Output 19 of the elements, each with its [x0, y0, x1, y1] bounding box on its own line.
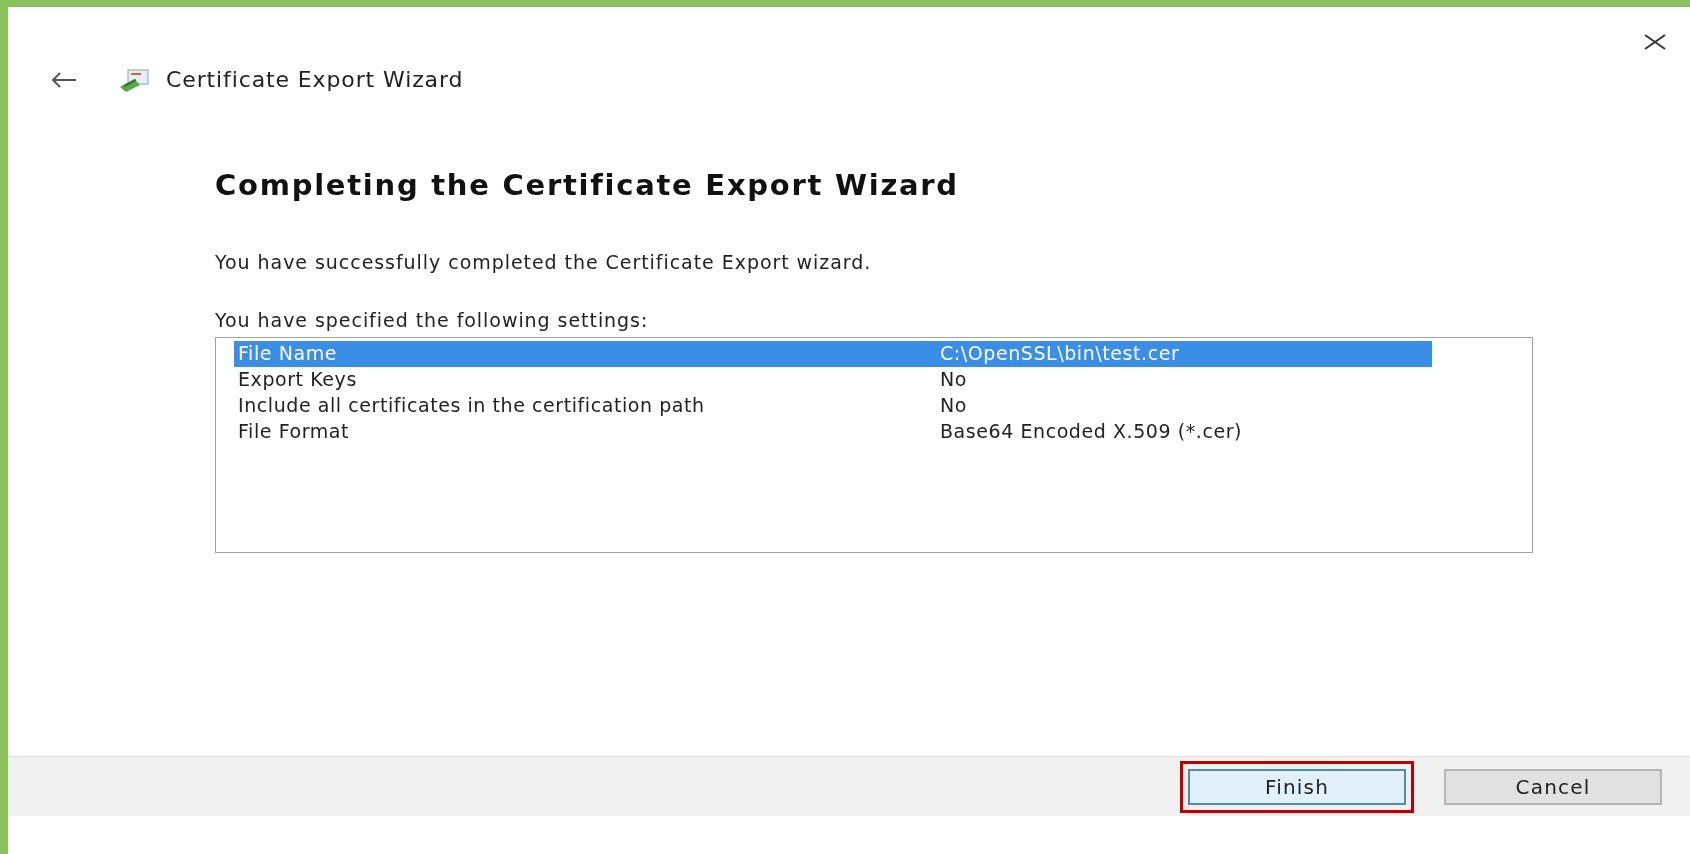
window-title: Certificate Export Wizard [166, 66, 464, 94]
settings-row[interactable]: File Format Base64 Encoded X.509 (*.cer) [234, 418, 1432, 445]
setting-name: File Name [237, 341, 339, 367]
setting-value: No [940, 367, 967, 393]
setting-value: C:\OpenSSL\bin\test.cer [940, 341, 1180, 367]
cancel-button[interactable]: Cancel [1444, 768, 1662, 805]
setting-name: File Format [237, 419, 351, 445]
settings-row[interactable]: Export Keys No [234, 366, 1432, 393]
settings-row[interactable]: Include all certificates in the certification path No [234, 392, 1432, 419]
setting-value: Base64 Encoded X.509 (*.cer) [940, 419, 1243, 445]
settings-label: You have specified the following settings: [215, 308, 650, 333]
wizard-heading: Completing the Certificate Export Wizard [215, 167, 960, 204]
certificate-icon [118, 66, 152, 93]
setting-name: Include all certificates in the certification path [237, 393, 706, 419]
setting-name: Export Keys [237, 367, 358, 393]
completion-message: You have successfully completed the Certificate Export wizard. [215, 249, 873, 275]
setting-value: No [940, 393, 967, 419]
back-arrow-icon[interactable] [50, 70, 78, 89]
finish-button[interactable]: Finish [1188, 768, 1406, 805]
